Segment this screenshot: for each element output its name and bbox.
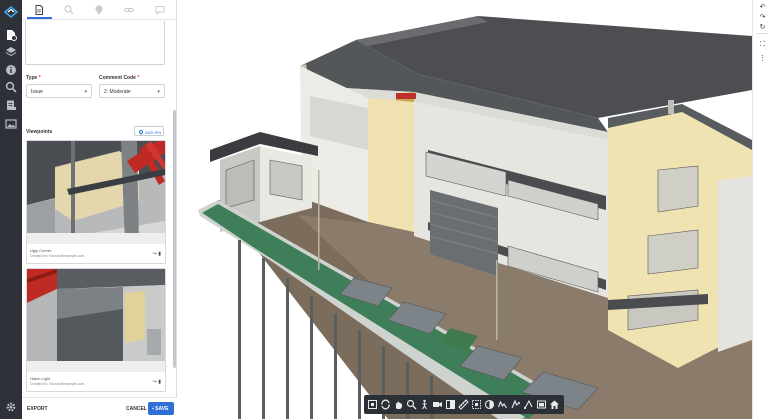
delete-icon[interactable]: ▮ (158, 379, 161, 385)
render-style-icon[interactable] (484, 399, 495, 410)
app-root: Type * Issue ▾ Comment Code * 2: Moderat… (0, 0, 771, 419)
delete-icon[interactable]: ▮ (158, 251, 161, 257)
model-viewer[interactable] (178, 0, 752, 419)
viewpoint-author: Created by: Farzan@example.com (30, 254, 85, 258)
search-tab-icon[interactable] (62, 3, 76, 17)
expand-icon[interactable]: ⛶ (758, 40, 767, 49)
chevron-down-icon: ▾ (157, 89, 160, 95)
panel-footer: EXPORT CANCEL ▪ SAVE (22, 397, 177, 419)
comment-code-value: 2: Moderate (104, 89, 131, 95)
info-icon[interactable] (5, 64, 17, 76)
save-icon: ▪ (152, 406, 154, 412)
type-select[interactable]: Issue ▾ (26, 84, 92, 98)
details-tab[interactable] (32, 3, 46, 17)
home-icon[interactable] (549, 399, 560, 410)
viewpoint-title: Ugly Corner (30, 248, 52, 253)
orbit-icon[interactable] (380, 399, 391, 410)
type-label: Type * (26, 75, 41, 81)
comment-panel: Type * Issue ▾ Comment Code * 2: Moderat… (22, 0, 177, 419)
search-icon[interactable] (5, 81, 17, 93)
chevron-down-icon: ▾ (84, 89, 87, 95)
viewpoint-actions: ↪ ▮ (153, 251, 161, 257)
image-icon[interactable] (5, 118, 17, 130)
viewer-toolbar (364, 395, 564, 414)
fullscreen-icon[interactable] (536, 399, 547, 410)
share-icon[interactable]: ↪ (153, 251, 157, 257)
building-model[interactable] (178, 0, 752, 419)
clipboard-icon[interactable] (5, 99, 17, 111)
settings-icon[interactable] (5, 401, 17, 413)
viewpoint-author: Created by: Farzan@example.com (30, 382, 85, 386)
share-icon[interactable]: ↪ (153, 379, 157, 385)
pin-icon (138, 129, 144, 136)
camera-icon[interactable] (432, 399, 443, 410)
explode-icon[interactable] (471, 399, 482, 410)
markup-icon[interactable] (523, 399, 534, 410)
model-browser-icon[interactable] (497, 399, 508, 410)
cancel-button[interactable]: CANCEL (126, 406, 147, 412)
comments-tab-icon[interactable] (153, 3, 167, 17)
pin-tab-icon[interactable] (92, 3, 106, 17)
walk-icon[interactable] (419, 399, 430, 410)
redo-icon[interactable]: ↷ (758, 13, 767, 22)
measure-icon[interactable] (458, 399, 469, 410)
viewpoint-title: Hatch Light (30, 376, 51, 381)
active-tab-indicator (27, 17, 52, 19)
comment-code-select[interactable]: 2: Moderate ▾ (99, 84, 165, 98)
file-info-icon[interactable] (5, 29, 17, 41)
add-pin-button[interactable]: ADD PIN (134, 126, 164, 136)
right-toolbar: ↶ ↷ ↻ ⛶ ⋮ (752, 0, 771, 419)
zoom-icon[interactable] (406, 399, 417, 410)
comment-code-label: Comment Code * (99, 75, 140, 81)
viewpoint-card[interactable]: Ugly Corner Created by: Farzan@example.c… (26, 140, 166, 264)
app-logo[interactable] (3, 5, 19, 19)
viewpoints-label: Viewpoints (26, 129, 53, 135)
reset-icon[interactable]: ↻ (758, 23, 767, 32)
viewpoint-thumbnail[interactable] (27, 141, 165, 244)
type-select-value: Issue (31, 89, 43, 95)
panel-scrollbar[interactable] (173, 110, 176, 368)
more-options-icon[interactable]: ⋮ (758, 54, 767, 63)
icon-rail (0, 0, 22, 419)
pan-icon[interactable] (393, 399, 404, 410)
panel-tabs (22, 0, 177, 20)
export-button[interactable]: EXPORT (27, 406, 48, 412)
save-button[interactable]: ▪ SAVE (148, 402, 174, 415)
viewpoint-actions: ↪ ▮ (153, 379, 161, 385)
viewpoint-thumbnail[interactable] (27, 269, 165, 372)
fit-view-icon[interactable] (367, 399, 378, 410)
link-tab-icon[interactable] (122, 3, 136, 17)
comment-textarea[interactable] (25, 21, 165, 65)
undo-icon[interactable]: ↶ (758, 3, 767, 12)
toolbar-divider (757, 33, 768, 34)
viewpoint-card[interactable]: Hatch Light Created by: Farzan@example.c… (26, 268, 166, 392)
properties-icon[interactable] (510, 399, 521, 410)
section-icon[interactable] (445, 399, 456, 410)
layers-icon[interactable] (5, 46, 17, 58)
